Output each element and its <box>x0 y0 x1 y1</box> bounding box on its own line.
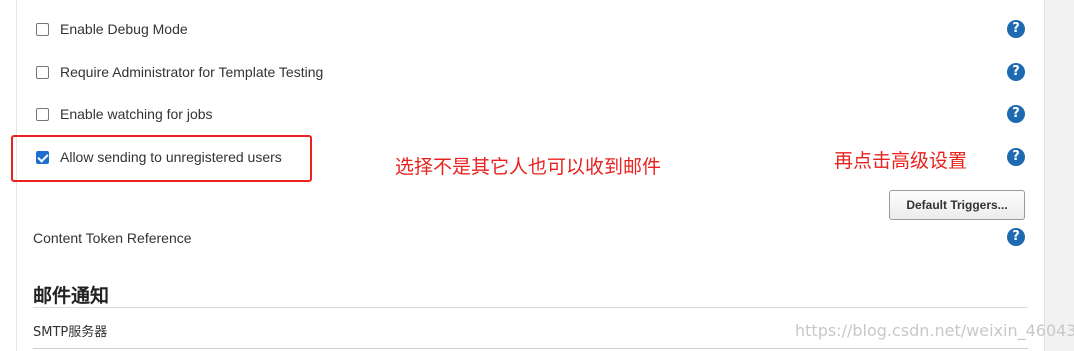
annotation-text-left: 选择不是其它人也可以收到邮件 <box>395 156 662 178</box>
smtp-input-underline <box>33 348 1028 349</box>
default-triggers-button[interactable]: Default Triggers... <box>889 190 1025 220</box>
help-icon[interactable]: ? <box>1007 228 1025 246</box>
section-divider <box>33 307 1028 308</box>
scrollbar-track[interactable] <box>1044 0 1074 351</box>
annotation-text-right: 再点击高级设置 <box>834 150 968 172</box>
option-require-admin-template-testing[interactable]: Require Administrator for Template Testi… <box>36 64 323 80</box>
help-icon[interactable]: ? <box>1007 148 1025 166</box>
option-label: Require Administrator for Template Testi… <box>60 64 324 80</box>
content-token-reference-label: Content Token Reference <box>33 230 192 246</box>
watermark-text: https://blog.csdn.net/weixin_46043195 <box>795 321 1074 340</box>
checkbox-enable-debug-mode[interactable] <box>36 22 49 36</box>
smtp-server-label: SMTP服务器 <box>33 325 108 340</box>
option-label: Enable Debug Mode <box>60 21 188 37</box>
option-enable-watching-for-jobs[interactable]: Enable watching for jobs <box>36 106 213 122</box>
checkbox-require-admin-template-testing[interactable] <box>36 65 49 79</box>
help-icon[interactable]: ? <box>1007 63 1025 81</box>
checkbox-enable-watching-for-jobs[interactable] <box>36 107 49 121</box>
option-enable-debug-mode[interactable]: Enable Debug Mode <box>36 21 188 37</box>
help-icon[interactable]: ? <box>1007 20 1025 38</box>
option-label: Enable watching for jobs <box>60 106 213 122</box>
section-title-email-notification: 邮件通知 <box>33 285 110 307</box>
annotation-highlight-box <box>11 135 312 182</box>
help-icon[interactable]: ? <box>1007 105 1025 123</box>
